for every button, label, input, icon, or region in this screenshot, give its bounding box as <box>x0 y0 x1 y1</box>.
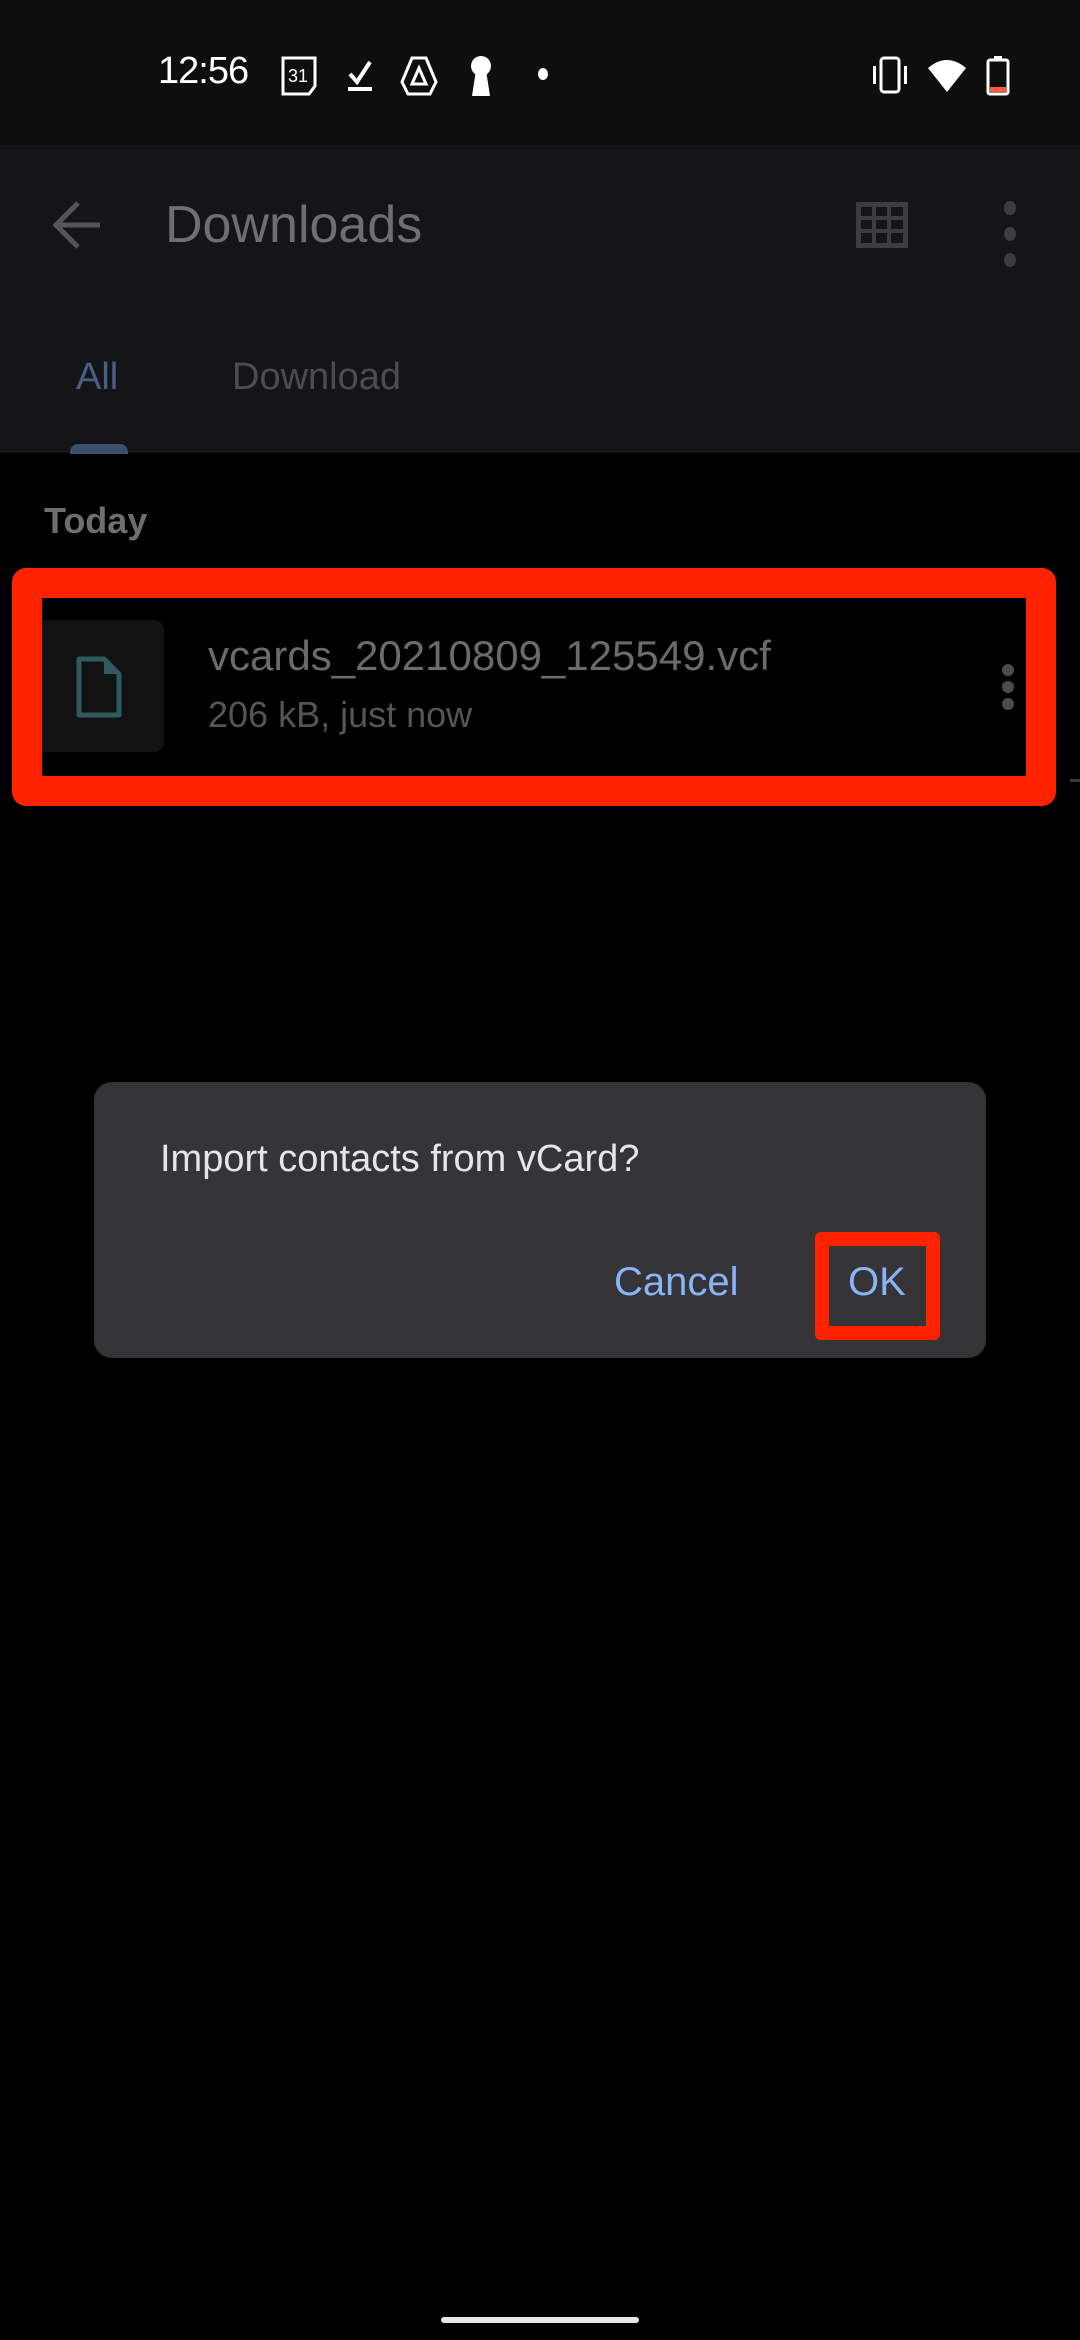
notification-dot-icon <box>538 68 548 80</box>
arrow-back-icon[interactable] <box>48 195 108 255</box>
tasks-check-icon <box>348 60 372 91</box>
app-bar <box>0 145 1080 453</box>
battery-low-icon <box>986 56 1010 96</box>
cancel-button[interactable]: Cancel <box>614 1260 739 1305</box>
file-icon <box>76 656 122 718</box>
wifi-icon <box>928 60 966 92</box>
dialog-message: Import contacts from vCard? <box>160 1138 640 1180</box>
gesture-nav-handle[interactable] <box>441 2317 639 2323</box>
svg-text:31: 31 <box>288 66 308 86</box>
more-vert-icon[interactable] <box>998 198 1022 270</box>
list-divider <box>1070 779 1080 782</box>
grid-view-icon[interactable] <box>856 202 908 248</box>
calendar-icon: 31 <box>281 56 317 96</box>
ok-button[interactable]: OK <box>848 1260 906 1305</box>
item-more-vert-icon[interactable] <box>996 662 1020 712</box>
vibrate-icon <box>873 56 907 94</box>
status-time: 12:56 <box>158 50 249 92</box>
drive-icon <box>400 56 438 96</box>
status-bar: 12:56 31 <box>0 0 1080 145</box>
page-title: Downloads <box>165 196 423 254</box>
tab-all[interactable]: All <box>76 356 118 399</box>
keyhole-icon <box>471 56 491 96</box>
file-meta: 206 kB, just now <box>208 694 473 735</box>
tab-indicator <box>70 444 128 454</box>
section-header-today: Today <box>44 500 148 541</box>
tab-download[interactable]: Download <box>232 356 401 399</box>
import-dialog: Import contacts from vCard? Cancel OK <box>94 1082 986 1358</box>
file-name: vcards_20210809_125549.vcf <box>208 632 771 679</box>
